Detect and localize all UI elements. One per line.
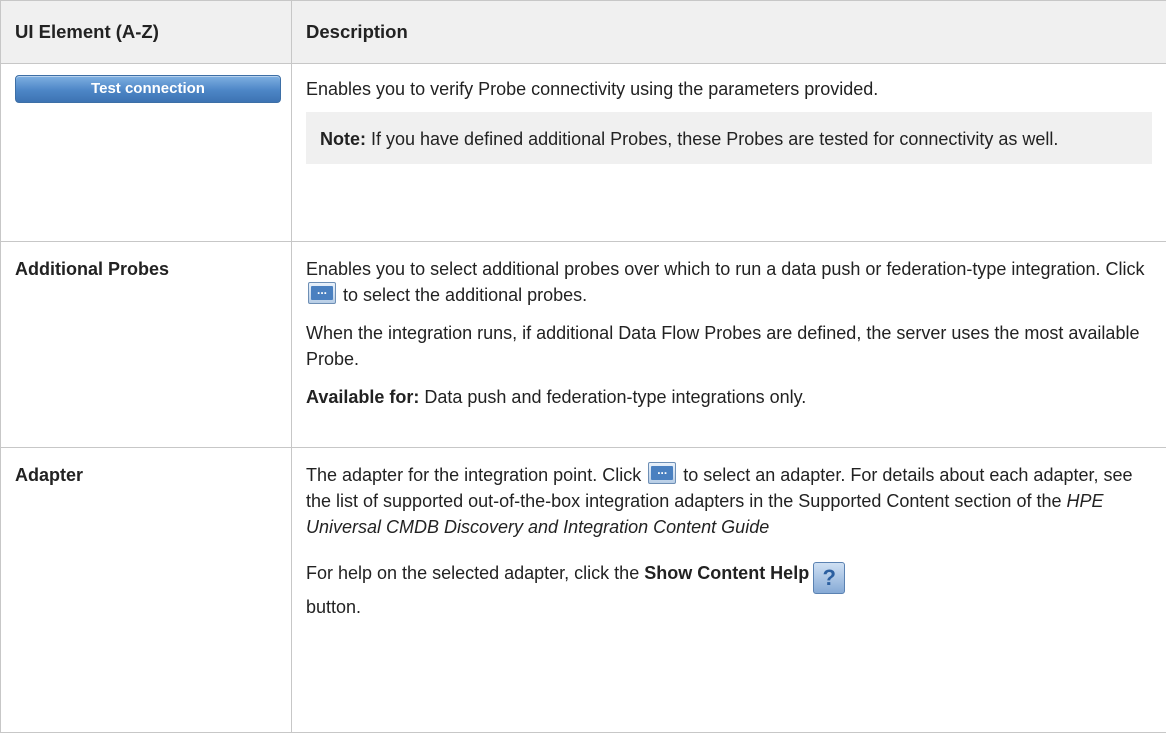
note-box: Note: If you have defined additional Pro… (306, 112, 1152, 164)
element-name: Adapter (15, 465, 83, 485)
description-text-part: button. (306, 597, 361, 617)
note-label: Note: (320, 129, 366, 149)
ellipsis-dots: ... (651, 466, 673, 480)
ellipsis-dots: ... (311, 286, 333, 300)
ui-elements-table-wrapper: UI Element (A-Z) Description Test connec… (0, 0, 1166, 733)
table-header-row: UI Element (A-Z) Description (1, 1, 1166, 64)
help-icon[interactable]: ? (813, 562, 845, 594)
description-text-part: For help on the selected adapter, click … (306, 563, 644, 583)
show-content-help-label: Show Content Help (644, 563, 809, 583)
description-text: For help on the selected adapter, click … (306, 560, 1152, 620)
description-text: When the integration runs, if additional… (306, 320, 1152, 372)
test-connection-button[interactable]: Test connection (15, 75, 281, 103)
ellipsis-button-icon[interactable]: ... (648, 462, 676, 484)
description-cell: Enables you to verify Probe connectivity… (292, 64, 1166, 242)
description-cell: Enables you to select additional probes … (292, 242, 1166, 448)
availability-text: Available for: Data push and federation-… (306, 384, 1152, 410)
description-text: Enables you to verify Probe connectivity… (306, 76, 1152, 102)
description-text-part: Enables you to select additional probes … (306, 259, 1145, 279)
ui-elements-table: UI Element (A-Z) Description Test connec… (0, 0, 1166, 733)
availability-value: Data push and federation-type integratio… (419, 387, 806, 407)
description-text: Enables you to select additional probes … (306, 256, 1152, 308)
note-text: If you have defined additional Probes, t… (366, 129, 1058, 149)
element-cell: Test connection (1, 64, 292, 242)
description-text-part: to select the additional probes. (338, 285, 587, 305)
header-ui-element: UI Element (A-Z) (1, 1, 292, 64)
element-cell: Additional Probes (1, 242, 292, 448)
description-text-part: The adapter for the integration point. C… (306, 465, 646, 485)
table-row: Additional Probes Enables you to select … (1, 242, 1166, 448)
availability-label: Available for: (306, 387, 419, 407)
element-name: Additional Probes (15, 259, 169, 279)
header-description: Description (292, 1, 1166, 64)
description-text: The adapter for the integration point. C… (306, 462, 1152, 540)
table-row: Adapter The adapter for the integration … (1, 448, 1166, 733)
ellipsis-button-icon[interactable]: ... (308, 282, 336, 304)
table-row: Test connection Enables you to verify Pr… (1, 64, 1166, 242)
element-cell: Adapter (1, 448, 292, 733)
description-cell: The adapter for the integration point. C… (292, 448, 1166, 733)
